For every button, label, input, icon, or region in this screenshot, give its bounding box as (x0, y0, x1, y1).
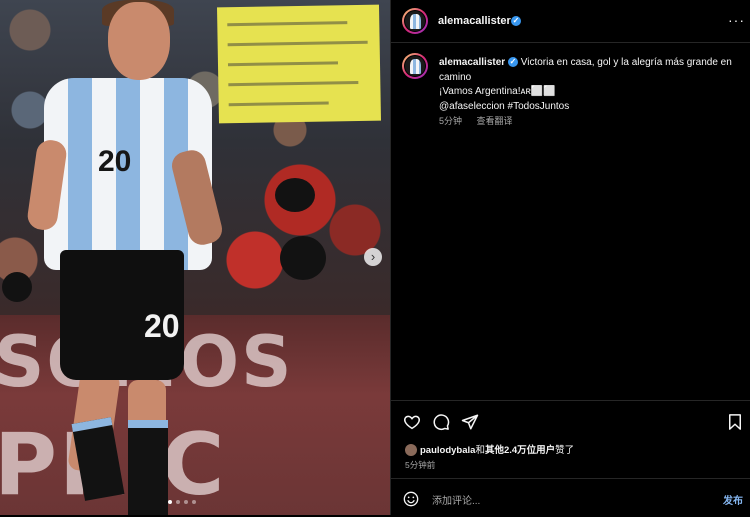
verified-badge-icon: ✓ (507, 57, 518, 68)
emoji-icon[interactable] (403, 491, 419, 507)
carousel-dot (192, 500, 196, 504)
caption-text: ¡Vamos Argentina!ᴀʀ⬜⬜ (439, 86, 556, 97)
action-bar: paulodybala和其他2.4万位用户赞了 5分钟前 添加评论... 发布 (391, 400, 750, 516)
caption-username[interactable]: alemacallister (439, 57, 505, 68)
comment-icon[interactable] (432, 413, 450, 431)
player-sock (128, 420, 168, 515)
liker-avatar[interactable] (405, 444, 417, 457)
comment-input[interactable]: 添加评论... (432, 492, 480, 507)
shirt-number: 20 (98, 145, 132, 178)
bookmark-icon[interactable] (726, 413, 744, 431)
post-timestamp: 5分钟前 (405, 460, 436, 470)
caption-avatar[interactable] (402, 53, 428, 79)
carousel-indicator (168, 500, 196, 504)
post-photo[interactable]: SOMOS PRIC 20 20 › (0, 0, 390, 515)
photographer-camera (275, 178, 315, 212)
fan-sign (217, 4, 381, 124)
send-icon[interactable] (461, 413, 479, 431)
post-time: 5分钟 (439, 116, 463, 126)
photographer-camera (2, 272, 32, 302)
likes-summary: paulodybala和其他2.4万位用户赞了 (405, 442, 575, 457)
photographer-camera (280, 236, 326, 280)
post-caption: alemacallister ✓ Victoria en casa, gol y… (439, 56, 739, 114)
liker-username[interactable]: paulodybala (420, 445, 475, 456)
caption-mentions[interactable]: @afaseleccion #TodosJuntos (439, 101, 569, 112)
header-username[interactable]: alemacallister (438, 15, 511, 27)
player-sock (71, 417, 125, 501)
post-header: alemacallister ✓ ··· (391, 0, 750, 43)
shorts-number: 20 (144, 308, 180, 344)
player-head (108, 2, 170, 80)
heart-icon[interactable] (403, 413, 421, 431)
carousel-dot (168, 500, 172, 504)
comment-bar: 添加评论... 发布 (391, 478, 750, 517)
see-translation-link[interactable]: 查看翻译 (477, 116, 513, 126)
caption-meta: 5分钟 查看翻译 (439, 114, 525, 127)
post-comment-button[interactable]: 发布 (723, 492, 743, 507)
avatar[interactable] (402, 8, 428, 34)
more-options-button[interactable]: ··· (728, 12, 745, 28)
likes-others-link[interactable]: 其他2.4万位用户 (485, 445, 555, 456)
instagram-post-modal: SOMOS PRIC 20 20 › alemacallister ✓ (0, 0, 750, 515)
player-figure: 20 20 (25, 0, 230, 515)
carousel-dot (176, 500, 180, 504)
carousel-next-button[interactable]: › (364, 248, 382, 266)
post-details-panel: alemacallister ✓ ··· alemacallister ✓ Vi… (390, 0, 750, 515)
verified-badge-icon: ✓ (511, 16, 521, 26)
likes-suffix: 赞了 (555, 445, 575, 456)
carousel-dot (184, 500, 188, 504)
likes-connector: 和 (475, 445, 485, 456)
